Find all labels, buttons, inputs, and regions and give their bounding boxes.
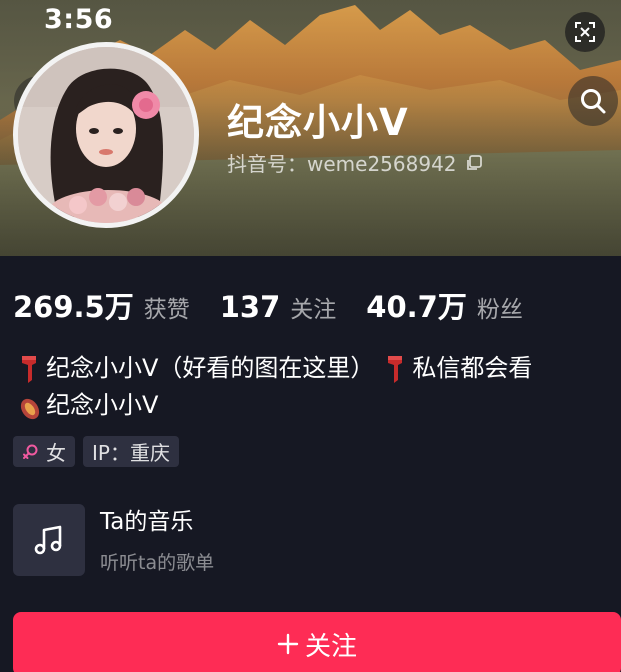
- profile-nickname: 纪念小小Ⅴ: [227, 101, 409, 144]
- female-symbol-icon: [23, 444, 38, 459]
- stat-followers-label: 粉丝: [476, 297, 523, 323]
- music-title: Ta的音乐: [100, 508, 194, 535]
- search-button[interactable]: [568, 76, 618, 126]
- profile-stats: 269.5万 获赞 137 关注 40.7万 粉丝: [13, 284, 553, 326]
- stat-likes: 269.5万 获赞: [13, 284, 190, 326]
- plus-icon: [277, 633, 299, 655]
- avatar[interactable]: [13, 42, 199, 228]
- copy-icon[interactable]: [465, 154, 483, 172]
- gender-tag-label: 女: [46, 441, 66, 465]
- ta-music-row[interactable]: Ta的音乐 听听ta的歌单: [13, 504, 214, 576]
- sweet-potato-emoji-icon: [20, 398, 40, 419]
- expand-icon: [575, 22, 595, 42]
- avatar-photo: [18, 47, 194, 223]
- stat-following[interactable]: 137 关注: [220, 290, 337, 324]
- search-icon: [581, 89, 606, 114]
- follow-button-label: 关注: [304, 631, 357, 662]
- ip-location-label: IP：重庆: [92, 441, 170, 465]
- stat-followers-value: 40.7万: [366, 290, 467, 324]
- music-subtitle: 听听ta的歌单: [100, 551, 215, 574]
- stat-likes-value: 269.5万: [13, 290, 134, 324]
- music-cover: [13, 504, 85, 576]
- douyin-id-text: 抖音号：weme2568942: [227, 152, 457, 176]
- expand-button[interactable]: [565, 12, 605, 52]
- ip-location-tag: IP：重庆: [83, 436, 179, 467]
- scarf-emoji-icon: [22, 355, 36, 383]
- bio-text-2: 纪念小小Ⅴ: [46, 391, 159, 419]
- bio-line-1: 纪念小小Ⅴ（好看的图在这里） 私信都会看: [16, 350, 532, 387]
- bio-text-1-tail: 私信都会看: [412, 354, 533, 382]
- bio-text-1: 纪念小小Ⅴ（好看的图在这里）: [46, 354, 375, 382]
- douyin-id-row[interactable]: 抖音号：weme2568942: [227, 148, 483, 177]
- scarf-emoji-icon: [388, 355, 403, 383]
- profile-bio: 纪念小小Ⅴ（好看的图在这里） 私信都会看 纪念小小Ⅴ: [16, 350, 532, 424]
- follow-button[interactable]: 关注: [13, 612, 621, 672]
- music-note-icon: [34, 525, 62, 555]
- gender-tag: 女: [13, 436, 75, 467]
- status-bar-time: 3:56: [44, 4, 114, 35]
- stat-followers[interactable]: 40.7万 粉丝: [366, 284, 523, 326]
- stat-following-label: 关注: [290, 297, 337, 323]
- music-text: Ta的音乐 听听ta的歌单: [100, 506, 214, 575]
- profile-tags: 女 IP：重庆: [13, 436, 179, 467]
- stat-likes-label: 获赞: [143, 297, 190, 323]
- stat-following-value: 137: [219, 290, 281, 324]
- bio-line-2: 纪念小小Ⅴ: [16, 387, 532, 424]
